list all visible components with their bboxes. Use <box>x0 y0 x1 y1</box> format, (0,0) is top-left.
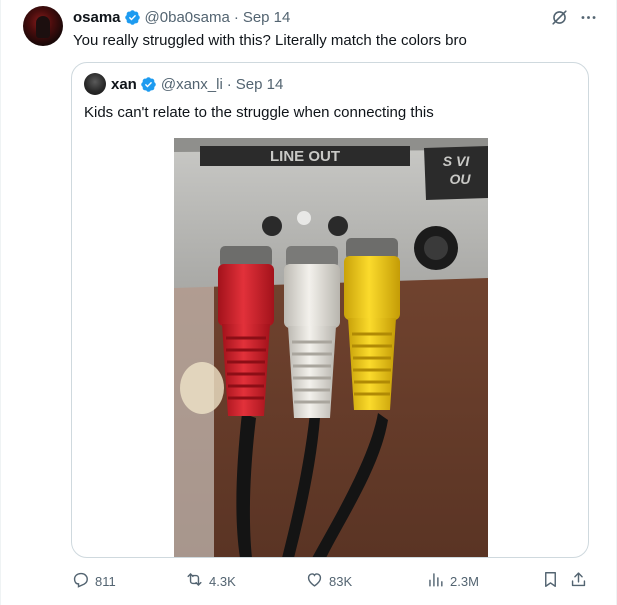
verified-badge-icon <box>124 9 141 26</box>
red-plug <box>218 264 274 326</box>
separator-dot: · <box>233 8 239 26</box>
bookmark-icon <box>541 570 560 592</box>
quote-author-avatar[interactable] <box>84 73 106 95</box>
share-icon <box>569 570 588 592</box>
bookmark-button[interactable] <box>541 570 560 592</box>
quote-header: xan @xanx_li · Sep 14 <box>84 73 284 95</box>
tweet-timestamp[interactable]: Sep 14 <box>243 9 291 26</box>
quote-photo[interactable]: LINE OUT S VI OU <box>174 138 488 557</box>
heart-icon <box>305 570 324 592</box>
tweet: osama @0ba0sama · Sep 14 You really stru… <box>0 0 617 605</box>
share-button[interactable] <box>569 570 588 592</box>
views-button[interactable]: 2.3M <box>426 570 479 592</box>
reply-button[interactable]: 811 <box>71 570 116 592</box>
quote-author-name[interactable]: xan <box>111 76 137 93</box>
repost-icon <box>185 570 204 592</box>
tweet-text: You really struggled with this? Literall… <box>73 32 467 49</box>
views-icon <box>426 570 445 592</box>
author-handle[interactable]: @0ba0sama <box>145 9 230 26</box>
author-avatar[interactable] <box>23 6 63 46</box>
reply-icon <box>71 570 90 592</box>
author-name[interactable]: osama <box>73 9 121 26</box>
reply-count: 811 <box>95 573 116 589</box>
s-video-label: S VI <box>443 153 471 169</box>
quoted-tweet[interactable]: xan @xanx_li · Sep 14 Kids can't relate … <box>71 62 589 558</box>
views-count: 2.3M <box>450 573 479 589</box>
quote-text: Kids can't relate to the struggle when c… <box>84 104 434 121</box>
like-count: 83K <box>329 573 353 589</box>
s-video-label-2: OU <box>450 171 472 187</box>
top-actions <box>550 8 598 27</box>
white-plug <box>284 264 340 328</box>
yellow-plug <box>344 256 400 320</box>
grok-icon[interactable] <box>550 8 569 27</box>
tweet-header: osama @0ba0sama · Sep 14 <box>73 7 290 27</box>
separator-dot: · <box>226 75 232 93</box>
more-icon[interactable] <box>579 8 598 27</box>
verified-badge-icon <box>140 76 157 93</box>
like-button[interactable]: 83K <box>305 570 352 592</box>
quote-author-handle[interactable]: @xanx_li <box>161 76 223 93</box>
repost-button[interactable]: 4.3K <box>185 570 236 592</box>
quote-timestamp[interactable]: Sep 14 <box>236 76 284 93</box>
tweet-actions: 811 4.3K 83K 2.3M <box>71 570 591 592</box>
repost-count: 4.3K <box>209 573 236 589</box>
line-out-label: LINE OUT <box>270 148 340 165</box>
